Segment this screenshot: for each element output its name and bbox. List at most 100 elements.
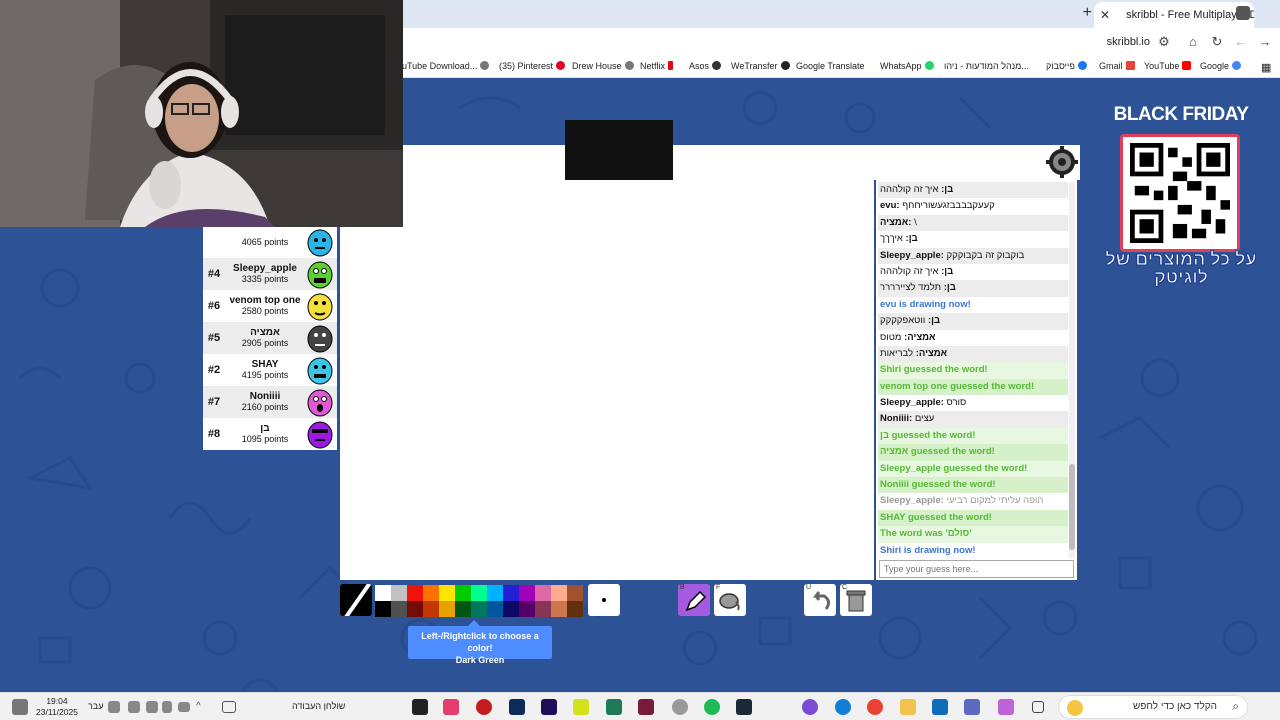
close-tab-icon[interactable]: ✕ — [1100, 8, 1110, 22]
premiere-icon[interactable] — [541, 699, 557, 715]
color-swatch[interactable] — [503, 601, 519, 617]
drawing-canvas[interactable] — [340, 180, 874, 580]
color-swatch[interactable] — [375, 601, 391, 617]
notifications-icon[interactable] — [12, 699, 28, 715]
back-icon[interactable]: ← — [1233, 34, 1249, 50]
brush-size-button[interactable] — [588, 584, 620, 616]
guess-input[interactable] — [879, 560, 1074, 578]
player-row[interactable]: #2 SHAY 4195 points — [203, 354, 337, 386]
app-tf-icon[interactable] — [412, 699, 428, 715]
site-settings-icon[interactable]: ⚙ — [1156, 34, 1172, 50]
color-swatch[interactable] — [407, 585, 423, 601]
bookmark-wetransfer[interactable]: WeTransfer — [731, 61, 793, 71]
bookmark-pinterest[interactable]: (35) Pinterest — [499, 61, 568, 71]
new-tab-button[interactable]: + — [1083, 4, 1092, 22]
bookmark-youtube-download[interactable]: uTube Download... — [402, 61, 492, 71]
davinci-icon[interactable] — [476, 699, 492, 715]
color-swatch[interactable] — [535, 585, 551, 601]
bookmark-drew-house[interactable]: Drew House — [572, 61, 637, 71]
taskbar-search[interactable]: הקלד כאן כדי לחפש ⌕ — [1058, 695, 1248, 719]
app-live-icon[interactable] — [573, 699, 589, 715]
tiktok-icon[interactable] — [443, 699, 459, 715]
player-row[interactable]: #4 Sleepy_apple 3335 points — [203, 258, 337, 290]
color-swatch[interactable] — [423, 601, 439, 617]
bookmark-gmail[interactable]: Gmail — [1099, 61, 1138, 71]
pen-tool-button[interactable]: B — [678, 584, 710, 616]
apps-grid-icon[interactable]: ▦ — [1261, 61, 1271, 74]
promo-banner[interactable]: BLACK FRIDAY על כל המוצרים של לוגיטק — [1098, 98, 1264, 298]
bookmark-whatsapp[interactable]: WhatsApp — [880, 61, 937, 71]
chat-scrollbar-thumb[interactable] — [1069, 464, 1075, 550]
system-clock[interactable]: 19:04 23/11/2025 — [36, 696, 78, 718]
color-swatch[interactable] — [471, 601, 487, 617]
chrome-icon[interactable] — [867, 699, 883, 715]
bookmark-netflix[interactable]: Netflix — [640, 61, 676, 71]
current-color-preview[interactable] — [340, 584, 372, 616]
volume-icon[interactable] — [128, 701, 140, 713]
reload-icon[interactable]: ↻ — [1209, 34, 1225, 50]
bookmark-youtube[interactable]: YouTube — [1144, 61, 1194, 71]
widgets-icon[interactable] — [222, 701, 236, 713]
task-view-icon[interactable] — [1032, 701, 1044, 713]
clear-button[interactable]: C — [840, 584, 872, 616]
keyboard-icon[interactable] — [108, 701, 120, 713]
undo-button[interactable]: U — [804, 584, 836, 616]
app-green-icon[interactable] — [606, 699, 622, 715]
chevron-up-icon[interactable]: ^ — [196, 702, 206, 712]
app-face-icon[interactable] — [672, 699, 688, 715]
edge-icon[interactable] — [835, 699, 851, 715]
photoshop-icon[interactable] — [509, 699, 525, 715]
color-swatch[interactable] — [503, 585, 519, 601]
color-swatch[interactable] — [375, 585, 391, 601]
player-row[interactable]: #6 venom top one 2580 points — [203, 290, 337, 322]
app-v-icon[interactable] — [638, 699, 654, 715]
color-swatch[interactable] — [439, 601, 455, 617]
color-swatch[interactable] — [455, 585, 471, 601]
color-swatch[interactable] — [391, 601, 407, 617]
steam-icon[interactable] — [736, 699, 752, 715]
player-row[interactable]: 4065 points — [203, 226, 337, 258]
color-swatch[interactable] — [391, 585, 407, 601]
fill-tool-button[interactable]: F — [714, 584, 746, 616]
color-swatch[interactable] — [551, 585, 567, 601]
bookmark-google[interactable]: Google — [1200, 61, 1244, 71]
extension-icon[interactable] — [1236, 6, 1250, 20]
obs-icon[interactable] — [802, 699, 818, 715]
input-language[interactable]: עבר — [88, 701, 103, 711]
player-row[interactable]: #5 אמציה 2905 points — [203, 322, 337, 354]
chat-scrollbar[interactable] — [1069, 182, 1075, 558]
color-swatch[interactable] — [423, 585, 439, 601]
color-swatch[interactable] — [519, 601, 535, 617]
forward-icon[interactable]: → — [1257, 34, 1273, 50]
color-swatch[interactable] — [439, 585, 455, 601]
color-swatch[interactable] — [551, 601, 567, 617]
player-row[interactable]: #7 Noniiii 2160 points — [203, 386, 337, 418]
active-tab[interactable]: ✕ skribbl - Free Multiplayer D — [1094, 2, 1254, 28]
bookmark-asos[interactable]: Asos — [689, 61, 724, 71]
onedrive-icon[interactable] — [178, 702, 190, 712]
color-swatch[interactable] — [487, 585, 503, 601]
color-swatch[interactable] — [535, 601, 551, 617]
desktop-toolbar-label[interactable]: שולחן העבודה — [292, 701, 345, 711]
color-swatch[interactable] — [471, 585, 487, 601]
store-icon[interactable] — [964, 699, 980, 715]
copilot-icon[interactable] — [998, 699, 1014, 715]
color-swatch[interactable] — [455, 601, 471, 617]
player-row[interactable]: #8 בן 1095 points — [203, 418, 337, 450]
spotify-icon[interactable] — [704, 699, 720, 715]
bookmark-ads-manager[interactable]: מנהל המודעות - ניהו... — [944, 61, 1029, 71]
color-swatch[interactable] — [567, 601, 583, 617]
microphone-icon[interactable] — [162, 701, 172, 713]
file-explorer-icon[interactable] — [900, 699, 916, 715]
bookmark-google-translate[interactable]: Google Translate — [796, 61, 865, 71]
bookmark-facebook[interactable]: פייסבוק — [1046, 61, 1090, 71]
settings-gear-icon[interactable] — [1046, 146, 1078, 178]
home-icon[interactable]: ⌂ — [1185, 34, 1201, 50]
color-swatch[interactable] — [519, 585, 535, 601]
color-swatch[interactable] — [407, 601, 423, 617]
mail-icon[interactable] — [932, 699, 948, 715]
color-swatch[interactable] — [487, 601, 503, 617]
color-swatch[interactable] — [567, 585, 583, 601]
network-icon[interactable] — [146, 701, 158, 713]
address-bar[interactable]: skribbl.io — [1107, 36, 1150, 48]
